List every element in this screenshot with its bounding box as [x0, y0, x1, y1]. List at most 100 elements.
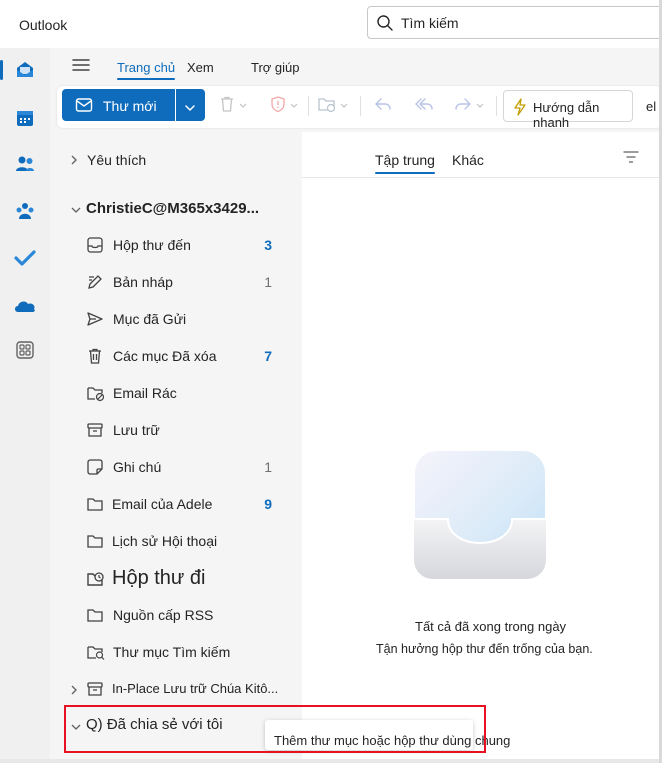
favorites-section[interactable]: Yêu thích	[50, 142, 302, 176]
folder-icon	[86, 532, 104, 553]
item-count: 1	[264, 459, 272, 475]
folder-item-drafts[interactable]: Bản nháp 1	[50, 265, 302, 299]
chevron-down-icon	[184, 100, 196, 116]
search-folder-icon	[86, 643, 106, 664]
search-icon	[376, 14, 394, 35]
more-apps-icon[interactable]	[7, 332, 43, 368]
delete-button[interactable]	[218, 92, 248, 118]
inbox-icon	[86, 236, 104, 257]
folder-item-sent[interactable]: Mục đã Gửi	[50, 302, 302, 336]
shield-icon	[269, 95, 287, 116]
new-mail-label: Thư mới	[103, 98, 157, 114]
folder-item-archive[interactable]: Lưu trữ	[50, 413, 302, 447]
lightning-icon	[512, 98, 528, 119]
archive-icon	[86, 680, 104, 701]
groups-app-icon[interactable]	[7, 193, 43, 229]
unread-count: 3	[264, 237, 272, 253]
ribbon-divider	[360, 96, 361, 116]
folder-label: Ghi chú	[113, 459, 162, 475]
folder-item-deleted[interactable]: Các mục Đã xóa 7	[50, 339, 302, 373]
folder-item-conversation-history[interactable]: Lịch sử Hội thoại	[50, 524, 302, 558]
folder-icon	[86, 495, 104, 516]
trash-icon	[86, 347, 104, 368]
title-bar: Outlook Tìm kiếm	[0, 0, 662, 48]
filter-icon[interactable]	[623, 150, 639, 167]
folder-label: Email của Adele	[112, 496, 213, 512]
folder-item-search-folders[interactable]: Thư mục Tìm kiếm	[50, 635, 302, 669]
unread-count: 7	[264, 348, 272, 364]
todo-app-icon[interactable]	[7, 240, 43, 276]
mail-app-icon[interactable]	[0, 52, 43, 88]
notes-icon	[86, 458, 104, 479]
folder-item-notes[interactable]: Ghi chú 1	[50, 450, 302, 484]
bottom-border	[0, 759, 662, 763]
sent-icon	[86, 310, 104, 331]
folder-label: Hộp thư đi	[112, 567, 206, 589]
unread-count: 9	[264, 496, 272, 512]
reply-all-button[interactable]	[413, 92, 435, 118]
empty-inbox-illustration	[412, 449, 548, 586]
search-placeholder: Tìm kiếm	[401, 15, 459, 31]
folder-label: Nguồn cấp RSS	[113, 607, 214, 623]
chevron-down-icon	[475, 97, 485, 113]
chevron-down-icon	[238, 97, 248, 113]
account-section[interactable]: ChristieC@M365x3429...	[50, 191, 302, 225]
move-to-button[interactable]	[317, 92, 349, 118]
app-title: Outlook	[19, 17, 68, 33]
list-header: Tập trung Khác	[302, 132, 662, 178]
tab-home[interactable]: Trang chủ	[117, 60, 176, 80]
folder-label: Bản nháp	[113, 274, 173, 290]
ribbon-divider	[496, 96, 497, 116]
folder-label: Mục đã Gửi	[113, 311, 187, 327]
archive-mailbox-section[interactable]: In-Place Lưu trữ Chúa Kitô...	[50, 672, 302, 706]
mail-icon	[75, 97, 93, 116]
quick-steps-label: Hướng dẫn nhanh	[533, 100, 600, 130]
folder-label: Các mục Đã xóa	[113, 348, 217, 364]
forward-button[interactable]	[453, 92, 485, 118]
archive-icon	[86, 421, 104, 442]
hamburger-menu-icon[interactable]	[71, 57, 91, 76]
folder-item-rss[interactable]: Nguồn cấp RSS	[50, 598, 302, 632]
empty-inbox-subtitle: Tận hưởng hộp thư đến trống của bạn.	[376, 642, 593, 656]
forward-icon	[453, 96, 473, 115]
folder-item-adele[interactable]: Email của Adele 9	[50, 487, 302, 521]
people-app-icon[interactable]	[7, 146, 43, 182]
onedrive-app-icon[interactable]	[7, 288, 43, 324]
empty-inbox-title: Tất cả đã xong trong ngày	[415, 619, 567, 634]
chevron-right-icon	[70, 153, 78, 169]
folder-item-inbox[interactable]: Hộp thư đến 3	[50, 228, 302, 262]
reply-button[interactable]	[373, 92, 393, 118]
chevron-down-icon	[70, 202, 82, 218]
report-button[interactable]	[269, 92, 299, 118]
item-count: 1	[264, 274, 272, 290]
outbox-icon	[86, 569, 106, 592]
message-list-pane: Tập trung Khác Tất cả đã xong trong ngày…	[302, 132, 662, 763]
search-box[interactable]: Tìm kiếm	[367, 6, 662, 39]
folder-label: Lưu trữ	[113, 422, 160, 438]
quick-steps-button[interactable]: Hướng dẫn nhanh	[503, 90, 633, 130]
chevron-right-icon	[70, 683, 78, 699]
folder-icon	[86, 606, 104, 627]
ribbon-toolbar: Thư mới Hướng dẫn nhanh el	[57, 86, 662, 130]
tab-help[interactable]: Trợ giúp	[251, 60, 300, 75]
folder-label: Email Rác	[113, 385, 177, 401]
folder-item-outbox[interactable]: Hộp thư đi	[50, 561, 302, 599]
highlight-box	[64, 705, 486, 753]
tab-view[interactable]: Xem	[187, 60, 214, 75]
ribbon-overflow-text[interactable]: el	[646, 99, 656, 114]
folder-label: Thư mục Tìm kiếm	[113, 644, 231, 660]
reply-icon	[373, 96, 393, 115]
new-mail-button[interactable]: Thư mới	[62, 89, 175, 121]
new-mail-dropdown[interactable]	[176, 89, 205, 121]
folder-label: Lịch sử Hội thoại	[112, 533, 218, 549]
folder-item-junk[interactable]: Email Rác	[50, 376, 302, 410]
tab-focused[interactable]: Tập trung	[375, 152, 435, 174]
ribbon-tabs: Trang chủ Xem Trợ giúp	[50, 48, 662, 84]
tab-other[interactable]: Khác	[452, 152, 484, 168]
calendar-app-icon[interactable]	[7, 100, 43, 136]
ribbon-divider	[308, 96, 309, 116]
account-label: ChristieC@M365x3429...	[86, 200, 260, 217]
app-rail	[0, 48, 50, 763]
junk-folder-icon	[86, 384, 106, 405]
chevron-down-icon	[339, 97, 349, 113]
